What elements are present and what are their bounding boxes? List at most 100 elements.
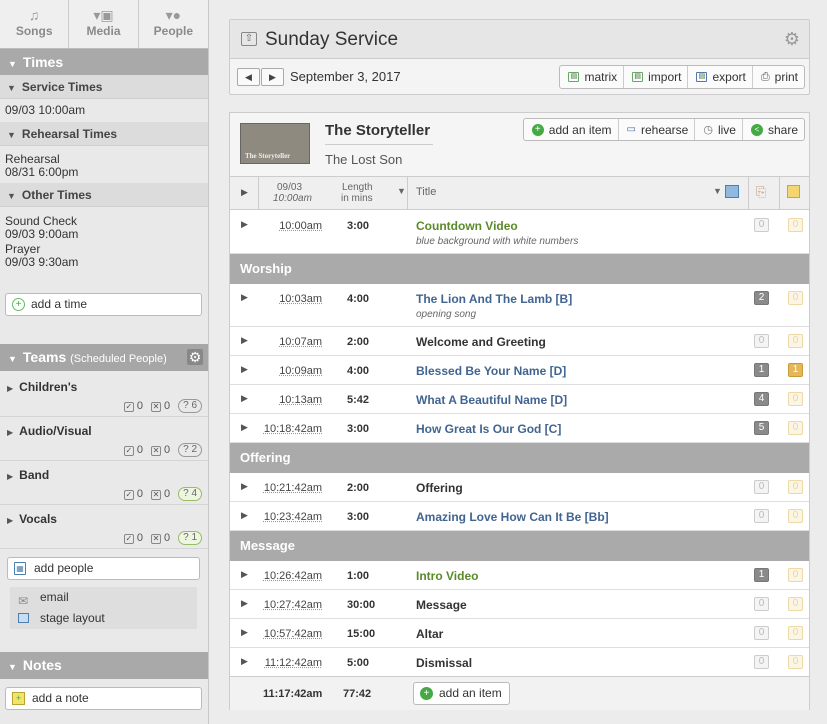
plan-item-row[interactable]: ▶ 10:26:42am 1:00 Intro Video 1 0 [230, 561, 809, 590]
add-people-button[interactable]: ▦ add people [7, 557, 200, 580]
export-plan-icon[interactable]: ⇧ [241, 32, 257, 46]
attachment-icon[interactable]: ⎘ [756, 184, 766, 200]
play-icon[interactable]: ▶ [241, 569, 248, 580]
column-menu-icon[interactable]: ▼ [397, 186, 406, 196]
matrix-button[interactable]: ▤ matrix [560, 66, 625, 88]
rehearsal-times-header[interactable]: ▼ Rehearsal Times [0, 122, 208, 146]
item-length[interactable]: 4:00 [347, 293, 369, 305]
team-row[interactable]: ▶ Children's ✓ 0 ✕ 0? 6 [0, 373, 208, 417]
item-title[interactable]: Amazing Love How Can It Be [Bb] [416, 510, 609, 524]
note-count-badge[interactable]: 0 [788, 597, 803, 611]
play-icon[interactable]: ▶ [241, 481, 248, 492]
note-count-badge[interactable]: 0 [788, 626, 803, 640]
attachment-count-badge[interactable]: 0 [754, 218, 769, 232]
play-icon[interactable]: ▶ [241, 335, 248, 346]
gear-icon[interactable]: ⚙ [784, 29, 800, 50]
title-menu-icon[interactable]: ▼ [713, 186, 722, 196]
item-length[interactable]: 3:00 [347, 220, 369, 232]
item-length[interactable]: 1:00 [347, 570, 369, 582]
prev-date-button[interactable]: ◀ [237, 68, 260, 86]
play-icon[interactable]: ▶ [241, 510, 248, 521]
plan-title[interactable]: Sunday Service [265, 29, 398, 51]
play-icon[interactable]: ▶ [241, 598, 248, 609]
item-length[interactable]: 4:00 [347, 365, 369, 377]
add-note-button[interactable]: + add a note [5, 687, 202, 710]
attachment-count-badge[interactable]: 1 [754, 363, 769, 377]
attachment-count-badge[interactable]: 1 [754, 568, 769, 582]
plan-item-row[interactable]: ▶ 11:12:42am 5:00 Dismissal 0 0 [230, 648, 809, 677]
share-button[interactable]: < share [743, 119, 804, 140]
play-icon[interactable]: ▶ [241, 627, 248, 638]
columns-icon[interactable] [725, 185, 739, 198]
attachment-count-badge[interactable]: 0 [754, 509, 769, 523]
note-count-badge[interactable]: 1 [788, 363, 803, 377]
item-start-time[interactable]: 10:07am [279, 336, 322, 348]
section-header[interactable]: Message [230, 531, 809, 561]
attachment-count-badge[interactable]: 2 [754, 291, 769, 305]
rehearse-button[interactable]: ▭ rehearse [619, 119, 696, 140]
item-start-time[interactable]: 10:00am [279, 220, 322, 232]
attachment-count-badge[interactable]: 0 [754, 597, 769, 611]
note-count-badge[interactable]: 0 [788, 480, 803, 494]
play-icon[interactable]: ▶ [241, 656, 248, 667]
item-start-time[interactable]: 10:03am [279, 293, 322, 305]
note-count-badge[interactable]: 0 [788, 655, 803, 669]
team-row[interactable]: ▶ Audio/Visual ✓ 0 ✕ 0? 2 [0, 417, 208, 461]
note-count-badge[interactable]: 0 [788, 509, 803, 523]
attachment-count-badge[interactable]: 5 [754, 421, 769, 435]
note-count-badge[interactable]: 0 [788, 291, 803, 305]
item-length[interactable]: 3:00 [347, 511, 369, 523]
prayer-item[interactable]: Prayer 09/03 9:30am [0, 243, 208, 279]
plan-item-row[interactable]: ▶ 10:00am 3:00 Countdown Video blue backgrou… [230, 211, 809, 254]
export-button[interactable]: ▤ export [688, 66, 753, 88]
next-date-button[interactable]: ▶ [261, 68, 284, 86]
item-length[interactable]: 2:00 [347, 336, 369, 348]
service-time[interactable]: 09/03 10:00am [0, 99, 208, 122]
footer-add-item-button[interactable]: + add an item [413, 682, 510, 705]
item-start-time[interactable]: 10:13am [279, 394, 322, 406]
email-link[interactable]: ✉ email [10, 587, 197, 608]
item-title[interactable]: What A Beautiful Name [D] [416, 393, 567, 407]
note-count-badge[interactable]: 0 [788, 568, 803, 582]
import-button[interactable]: ▤ import [624, 66, 689, 88]
rehearsal-time-item[interactable]: Rehearsal 08/31 6:00pm [0, 146, 208, 183]
service-times-header[interactable]: ▼ Service Times [0, 75, 208, 99]
play-icon[interactable]: ▶ [241, 364, 248, 375]
plan-item-row[interactable]: ▶ 10:18:42am 3:00 How Great Is Our God [C] 5… [230, 414, 809, 443]
nav-people[interactable]: ▾● People [139, 0, 208, 48]
item-start-time[interactable]: 10:26:42am [264, 570, 322, 582]
item-start-time[interactable]: 10:18:42am [264, 423, 322, 435]
team-row[interactable]: ▶ Vocals ✓ 0 ✕ 0? 1 [0, 505, 208, 549]
item-title[interactable]: Dismissal [416, 656, 472, 670]
play-icon[interactable]: ▶ [241, 422, 248, 433]
team-row[interactable]: ▶ Band ✓ 0 ✕ 0? 4 [0, 461, 208, 505]
item-length[interactable]: 15:00 [347, 628, 375, 640]
play-icon[interactable]: ▶ [241, 292, 248, 303]
notes-section-header[interactable]: ▼ Notes [0, 652, 208, 679]
attachment-count-badge[interactable]: 0 [754, 626, 769, 640]
item-title[interactable]: Blessed Be Your Name [D] [416, 364, 566, 378]
note-count-badge[interactable]: 0 [788, 218, 803, 232]
plan-item-row[interactable]: ▶ 10:23:42am 3:00 Amazing Love How Can It B… [230, 502, 809, 531]
live-button[interactable]: ◷ live [695, 119, 743, 140]
item-start-time[interactable]: 10:23:42am [264, 511, 322, 523]
gear-icon[interactable]: ⚙ [187, 349, 203, 365]
note-count-badge[interactable]: 0 [788, 392, 803, 406]
attachment-count-badge[interactable]: 4 [754, 392, 769, 406]
attachment-count-badge[interactable]: 0 [754, 480, 769, 494]
item-title[interactable]: Welcome and Greeting [416, 335, 546, 349]
print-button[interactable]: ⎙ print [753, 66, 804, 88]
item-length[interactable]: 5:42 [347, 394, 369, 406]
plan-item-row[interactable]: ▶ 10:09am 4:00 Blessed Be Your Name [D] 1 1 [230, 356, 809, 385]
play-icon[interactable]: ▶ [241, 219, 248, 230]
section-header[interactable]: Worship [230, 254, 809, 284]
times-section-header[interactable]: ▼ Times [0, 49, 208, 75]
section-header[interactable]: Offering [230, 443, 809, 473]
play-all-icon[interactable]: ▶ [241, 187, 248, 198]
item-length[interactable]: 2:00 [347, 482, 369, 494]
attachment-count-badge[interactable]: 0 [754, 655, 769, 669]
item-length[interactable]: 3:00 [347, 423, 369, 435]
attachment-count-badge[interactable]: 0 [754, 334, 769, 348]
add-time-button[interactable]: + add a time [5, 293, 202, 316]
item-start-time[interactable]: 10:57:42am [264, 628, 322, 640]
